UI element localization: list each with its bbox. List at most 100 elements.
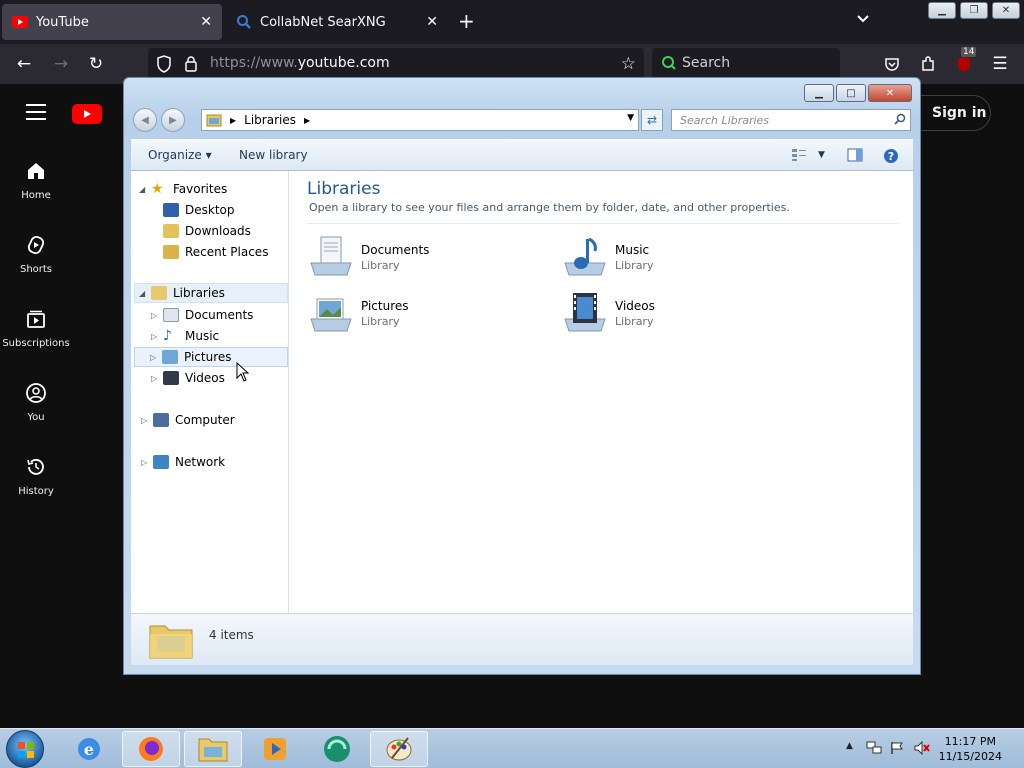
collapsed-arrow-icon[interactable]: ▷ (150, 353, 160, 362)
refresh-icon[interactable]: ⇄ (641, 109, 663, 131)
tree-network[interactable]: ▷ Network (141, 452, 225, 472)
preview-pane-icon[interactable] (847, 148, 863, 165)
collapsed-arrow-icon[interactable]: ▷ (141, 416, 151, 425)
music-library-icon (561, 233, 609, 279)
close-tab-icon[interactable]: ✕ (200, 14, 212, 30)
search-bar[interactable]: Search (652, 48, 840, 80)
lock-icon[interactable] (184, 55, 198, 76)
close-tab-icon[interactable]: ✕ (426, 14, 438, 30)
ie-icon[interactable]: e (60, 731, 118, 767)
tree-recent-places[interactable]: Recent Places (151, 242, 268, 262)
nav-label: History (18, 486, 54, 497)
firefox-icon[interactable] (122, 731, 180, 767)
tab-searxng[interactable]: CollabNet SearXNG ✕ (226, 4, 448, 40)
app-icon[interactable] (308, 731, 366, 767)
shorts-icon (0, 234, 72, 258)
view-dropdown-icon[interactable]: ▼ (818, 150, 825, 160)
library-type: Library (361, 315, 400, 328)
tab-youtube[interactable]: YouTube ✕ (2, 4, 222, 40)
tree-pictures[interactable]: ▷ Pictures (134, 347, 288, 367)
youtube-logo[interactable] (72, 104, 102, 124)
tree-libraries[interactable]: ◢ Libraries (134, 283, 288, 303)
paint-icon[interactable] (370, 731, 428, 767)
address-dropdown-icon[interactable]: ▼ (627, 113, 634, 123)
search-icon[interactable] (894, 113, 906, 128)
maximize-icon[interactable]: □ (836, 84, 866, 102)
nav-you[interactable]: You (0, 382, 72, 423)
address-bar[interactable]: ▶ Libraries ▶ ▼ (201, 109, 639, 131)
tree-favorites[interactable]: ◢ ★ Favorites (139, 179, 227, 199)
nav-subscriptions[interactable]: Subscriptions (0, 308, 72, 349)
change-view-icon[interactable] (791, 148, 807, 165)
pocket-icon[interactable] (881, 53, 903, 75)
browser-window-controls: ▁ ❐ ✕ (928, 2, 1020, 19)
search-placeholder: Search (682, 55, 731, 71)
tree-computer[interactable]: ▷ Computer (141, 410, 235, 430)
restore-icon[interactable]: ❐ (960, 2, 988, 19)
minimize-icon[interactable]: ▁ (804, 84, 834, 102)
back-arrow-icon[interactable]: ← (13, 53, 35, 75)
address-row: ◀ ▶ ▶ Libraries ▶ ▼ ⇄ Search Libraries (131, 107, 913, 133)
nav-home[interactable]: Home (0, 160, 72, 201)
help-icon[interactable]: ? (883, 148, 899, 167)
organize-button[interactable]: Organize ▾ (148, 148, 212, 162)
ublock-extension-icon[interactable]: 14 (953, 47, 977, 75)
desktop: YouTube ✕ CollabNet SearXNG ✕ + ▁ ❐ ✕ ← … (0, 0, 1024, 768)
system-clock[interactable]: 11:17 PM 11/15/2024 (939, 734, 1002, 764)
reload-icon[interactable]: ↻ (85, 53, 107, 75)
tree-documents[interactable]: ▷ Documents (151, 305, 253, 325)
start-button[interactable] (6, 730, 44, 768)
mouse-cursor-icon (236, 361, 250, 386)
breadcrumb[interactable]: Libraries (244, 113, 296, 127)
collapsed-arrow-icon[interactable]: ▷ (151, 311, 161, 320)
tree-music[interactable]: ▷ ♪ Music (151, 326, 219, 346)
close-icon[interactable]: ✕ (992, 2, 1020, 19)
media-player-icon[interactable] (246, 731, 304, 767)
forward-arrow-icon[interactable]: → (50, 53, 72, 75)
new-tab-button[interactable]: + (458, 10, 475, 32)
expanded-arrow-icon[interactable]: ◢ (139, 185, 149, 194)
tree-videos[interactable]: ▷ Videos (151, 368, 225, 388)
nav-shorts[interactable]: Shorts (0, 234, 72, 275)
pictures-icon (162, 350, 178, 364)
svg-text:e: e (84, 740, 94, 759)
list-all-tabs-icon[interactable] (856, 12, 870, 28)
collapsed-arrow-icon[interactable]: ▷ (141, 458, 151, 467)
star-icon: ★ (151, 181, 164, 197)
explorer-icon[interactable] (184, 731, 242, 767)
library-documents[interactable]: Documents Library (307, 233, 507, 283)
url-bar[interactable]: https://www.youtube.com ☆ (148, 48, 644, 80)
forward-arrow-icon[interactable]: ▶ (161, 108, 185, 132)
clock-time: 11:17 PM (944, 735, 996, 748)
search-input[interactable]: Search Libraries (671, 109, 911, 131)
url-text: https://www.youtube.com (210, 55, 390, 71)
library-pictures[interactable]: Pictures Library (307, 289, 507, 339)
new-library-button[interactable]: New library (239, 148, 308, 162)
nav-history[interactable]: History (0, 456, 72, 497)
network-tray-icon[interactable] (866, 741, 882, 758)
library-music[interactable]: Music Library (561, 233, 761, 283)
close-icon[interactable]: ✕ (868, 84, 912, 102)
expanded-arrow-icon[interactable]: ◢ (139, 289, 149, 298)
search-placeholder: Search Libraries (680, 113, 770, 127)
breadcrumb-separator-icon[interactable]: ▶ (304, 116, 310, 125)
collapsed-arrow-icon[interactable]: ▷ (151, 332, 161, 341)
library-name: Videos (615, 299, 655, 313)
shield-icon[interactable] (156, 55, 172, 77)
library-videos[interactable]: Videos Library (561, 289, 761, 339)
extensions-icon[interactable] (917, 53, 939, 75)
guide-menu-icon[interactable] (26, 104, 46, 125)
extension-badge: 14 (961, 47, 977, 57)
bookmark-star-icon[interactable]: ☆ (621, 54, 636, 74)
minimize-icon[interactable]: ▁ (928, 2, 956, 19)
breadcrumb-separator-icon[interactable]: ▶ (230, 116, 236, 125)
tree-desktop[interactable]: Desktop (151, 200, 235, 220)
page-title: Libraries (307, 179, 381, 199)
action-center-flag-icon[interactable] (890, 741, 904, 758)
hamburger-menu-icon[interactable]: ☰ (989, 53, 1011, 75)
tree-downloads[interactable]: Downloads (151, 221, 251, 241)
volume-muted-icon[interactable] (914, 740, 930, 758)
back-arrow-icon[interactable]: ◀ (133, 108, 157, 132)
collapsed-arrow-icon[interactable]: ▷ (151, 374, 161, 383)
show-hidden-icons-icon[interactable]: ▲ (846, 741, 853, 751)
